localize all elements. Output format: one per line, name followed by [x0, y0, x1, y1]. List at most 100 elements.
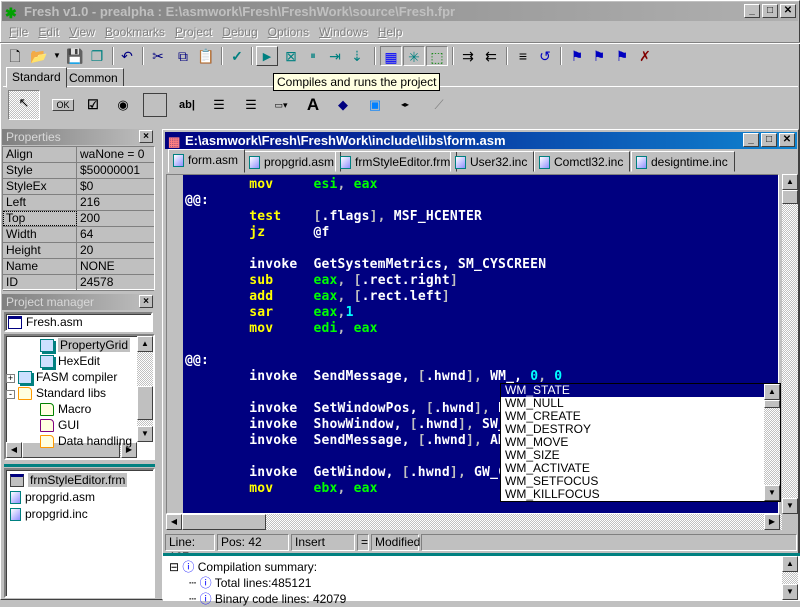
code-vscrollbar[interactable]: ▲ ▼ — [782, 174, 798, 514]
scroll-thumb[interactable] — [182, 514, 266, 530]
image-component-icon[interactable]: ▣ — [363, 93, 387, 117]
tree-item[interactable]: - Standard libs — [6, 385, 106, 401]
save-icon[interactable]: 💾 — [64, 46, 86, 66]
scroll-arrows-icon[interactable]: ◂▸ — [393, 93, 417, 117]
outdent-icon[interactable]: ⇇ — [480, 46, 502, 66]
bookmark-next-icon[interactable]: ⚑ — [611, 46, 633, 66]
scroll-right-icon[interactable]: ▶ — [764, 514, 780, 530]
minimize-button[interactable]: _ — [744, 4, 760, 18]
menu-debug[interactable]: Debug — [217, 23, 262, 41]
property-value[interactable]: 216 — [77, 195, 100, 210]
property-value[interactable]: 20 — [77, 243, 93, 258]
property-value[interactable]: waNone = 0 — [77, 147, 144, 162]
property-value[interactable]: 200 — [77, 211, 100, 226]
property-row[interactable]: Align waNone = 0 — [3, 147, 154, 163]
menu-options[interactable]: Options — [263, 23, 314, 41]
property-row[interactable]: ID 24578 — [3, 275, 154, 291]
scroll-thumb[interactable] — [137, 386, 153, 420]
menu-file[interactable]: File — [4, 23, 33, 41]
shape-component-icon[interactable]: ◆ — [331, 93, 355, 117]
tree-item[interactable]: Data handling — [40, 433, 132, 449]
combobox-component-icon[interactable]: ▭▾ — [269, 93, 293, 117]
file-item[interactable]: propgrid.inc — [10, 506, 88, 522]
editor-tab[interactable]: frmStyleEditor.frm — [335, 151, 458, 172]
selection-icon[interactable]: ⬚ — [426, 46, 448, 66]
check-syntax-icon[interactable]: ✓ — [226, 46, 248, 66]
run-icon[interactable]: ▶ — [256, 46, 278, 66]
groupbox-component-icon[interactable] — [143, 93, 167, 117]
menu-view[interactable]: View — [64, 23, 100, 41]
step-over-icon[interactable]: ⇥ — [324, 46, 346, 66]
snap-icon[interactable]: ✳ — [403, 46, 425, 66]
comment-icon[interactable]: ≡ — [512, 46, 534, 66]
edit-component-icon[interactable]: ab| — [175, 93, 199, 117]
scroll-left-icon[interactable]: ◀ — [166, 514, 182, 530]
editor-minimize-button[interactable]: _ — [743, 133, 759, 147]
tree-item[interactable]: PropertyGrid — [40, 337, 131, 353]
editor-close-button[interactable]: ✕ — [779, 133, 795, 147]
property-value[interactable]: $0 — [77, 179, 93, 194]
project-manager-close-button[interactable]: × — [139, 295, 153, 308]
maximize-button[interactable]: □ — [762, 4, 778, 18]
tree-vscrollbar[interactable]: ▲ ▼ — [137, 336, 153, 442]
splitter[interactable] — [4, 464, 155, 467]
project-combo[interactable]: Fresh.asm — [4, 312, 153, 332]
scroll-down-icon[interactable]: ▼ — [782, 498, 798, 514]
copy-icon[interactable]: ⧉ — [172, 46, 194, 66]
property-value[interactable]: 64 — [77, 227, 93, 242]
tab-standard[interactable]: Standard — [6, 67, 67, 88]
checkbox-component-icon[interactable]: ☑ — [81, 93, 105, 117]
bookmark-toggle-icon[interactable]: ⚑ — [566, 46, 588, 66]
editor-tab[interactable]: propgrid.asm — [244, 151, 342, 172]
pointer-icon[interactable]: ↖ — [8, 90, 40, 120]
close-button[interactable]: ✕ — [780, 4, 796, 18]
scroll-thumb[interactable] — [782, 190, 798, 204]
bookmark-clear-icon[interactable]: ✗ — [634, 46, 656, 66]
pause-icon[interactable]: ⏸ — [302, 46, 324, 66]
property-value[interactable]: $50000001 — [77, 163, 140, 178]
expand-icon[interactable]: + — [6, 374, 15, 383]
undo-icon[interactable]: ↶ — [116, 46, 138, 66]
paste-icon[interactable]: 📋 — [195, 46, 217, 66]
radio-component-icon[interactable]: ◉ — [111, 93, 135, 117]
menu-bookmarks[interactable]: Bookmarks — [100, 23, 170, 41]
editor-tab[interactable]: form.asm — [168, 149, 246, 173]
autocomplete-scrollbar[interactable]: ▲ ▼ — [764, 384, 780, 501]
property-row[interactable]: Top 200 — [3, 211, 154, 227]
property-row[interactable]: Width 64 — [3, 227, 154, 243]
property-row[interactable]: Left 216 — [3, 195, 154, 211]
scroll-down-icon[interactable]: ▼ — [782, 584, 798, 600]
scroll-down-icon[interactable]: ▼ — [137, 426, 153, 442]
label-component-icon[interactable]: A — [301, 93, 325, 117]
menu-edit[interactable]: Edit — [33, 23, 64, 41]
menu-windows[interactable]: Windows — [314, 23, 373, 41]
memo-component-icon[interactable]: ☰ — [207, 93, 231, 117]
save-all-icon[interactable]: ❐ — [86, 46, 108, 66]
file-item[interactable]: frmStyleEditor.frm — [10, 472, 128, 488]
editor-maximize-button[interactable]: □ — [761, 133, 777, 147]
property-row[interactable]: Style $50000001 — [3, 163, 154, 179]
stop-icon[interactable]: ⊠ — [280, 46, 302, 66]
code-hscrollbar[interactable]: ◀ ▶ — [166, 514, 782, 530]
property-value[interactable]: NONE — [77, 259, 115, 274]
menu-help[interactable]: Help — [373, 23, 408, 41]
step-into-icon[interactable]: ⇣ — [346, 46, 368, 66]
tree-item[interactable]: HexEdit — [40, 353, 100, 369]
properties-close-button[interactable]: × — [139, 130, 153, 143]
collapse-icon[interactable]: - — [6, 390, 15, 399]
scroll-thumb[interactable] — [764, 400, 780, 408]
scroll-up-icon[interactable]: ▲ — [137, 336, 153, 352]
cut-icon[interactable]: ✂ — [147, 46, 169, 66]
scroll-down-icon[interactable]: ▼ — [764, 485, 780, 501]
property-row[interactable]: Height 20 — [3, 243, 154, 259]
editor-tab[interactable]: designtime.inc — [631, 151, 735, 172]
editor-tab[interactable]: User32.inc — [450, 151, 535, 172]
bookmark-prev-icon[interactable]: ⚑ — [588, 46, 610, 66]
property-value[interactable]: 24578 — [77, 275, 113, 290]
button-component-icon[interactable]: OK — [51, 93, 75, 117]
scroll-up-icon[interactable]: ▲ — [782, 556, 798, 572]
editor-tab[interactable]: Comctl32.inc — [534, 151, 631, 172]
tree-item[interactable]: + FASM compiler — [6, 369, 117, 385]
scroll-left-icon[interactable]: ◀ — [6, 442, 22, 458]
tree-item[interactable]: GUI — [40, 417, 79, 433]
